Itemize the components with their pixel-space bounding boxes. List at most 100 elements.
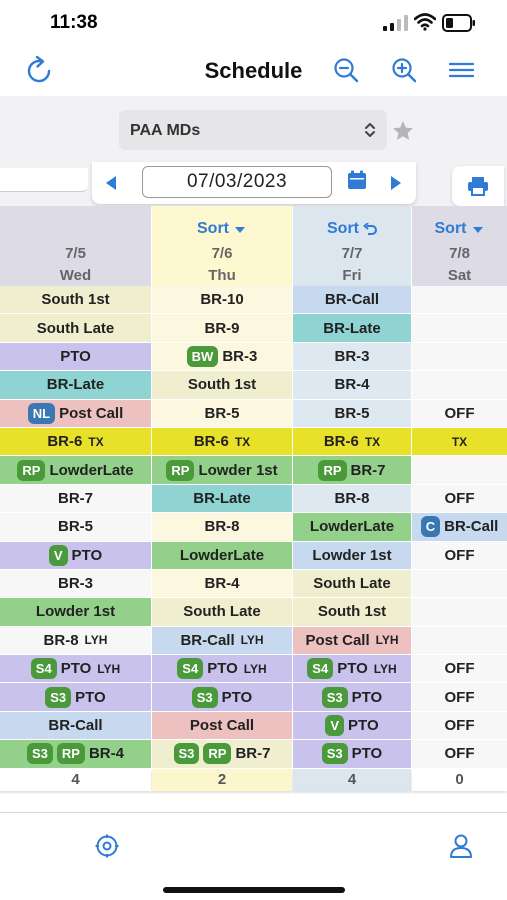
shift-cell[interactable]: BR-5: [152, 399, 292, 428]
page-title: Schedule: [204, 58, 303, 83]
sort-button[interactable]: Sort: [293, 220, 411, 238]
shift-label: BR-Late: [323, 319, 381, 337]
shift-label: BR-3: [334, 347, 370, 365]
shift-cell[interactable]: Lowder 1st: [293, 541, 411, 570]
shift-cell[interactable]: S3 PTO: [293, 683, 411, 712]
shift-cell[interactable]: [412, 598, 507, 627]
shift-cell[interactable]: South 1st: [152, 371, 292, 400]
shift-cell[interactable]: BR-Call LYH: [152, 626, 292, 656]
shift-cell[interactable]: Post Call LYH: [293, 626, 411, 656]
shift-cell[interactable]: BR-5: [293, 399, 411, 428]
shift-cell[interactable]: BR-Call: [293, 286, 411, 315]
shift-cell[interactable]: OFF: [412, 541, 507, 570]
shift-cell[interactable]: BW BR-3: [152, 342, 292, 372]
refresh-icon[interactable]: [22, 54, 56, 88]
shift-label: BR-7: [57, 489, 93, 507]
shift-cell[interactable]: [412, 314, 507, 343]
shift-cell[interactable]: LowderLate: [293, 513, 411, 542]
shift-cell[interactable]: S3 PTO: [293, 740, 411, 769]
shift-cell[interactable]: PTO: [0, 342, 151, 372]
shift-cell[interactable]: BR-8: [293, 484, 411, 514]
shift-cell[interactable]: South Late: [293, 569, 411, 599]
shift-cell[interactable]: [412, 569, 507, 599]
shift-cell[interactable]: BR-3: [293, 342, 411, 372]
shift-cell[interactable]: LowderLate: [152, 541, 292, 570]
shift-cell[interactable]: S4 PTO LYH: [293, 655, 411, 684]
shift-cell[interactable]: S4 PTO LYH: [152, 655, 292, 684]
shift-cell[interactable]: S4 PTO LYH: [0, 655, 151, 684]
left-panel-tab[interactable]: [0, 168, 88, 192]
shift-cell[interactable]: NL Post Call: [0, 399, 151, 428]
shift-cell[interactable]: BR-9: [152, 314, 292, 343]
user-profile-icon[interactable]: [449, 833, 473, 859]
shift-cell[interactable]: South Late: [0, 314, 151, 343]
shift-cell[interactable]: S3 PTO: [152, 683, 292, 712]
shift-cell[interactable]: BR-4: [152, 569, 292, 599]
sort-button[interactable]: Sort: [412, 220, 507, 238]
shift-cell[interactable]: OFF: [412, 399, 507, 428]
zoom-out-icon[interactable]: [333, 57, 359, 83]
shift-cell[interactable]: South 1st: [293, 598, 411, 627]
shift-cell[interactable]: BR-Call: [0, 711, 151, 741]
shift-label: OFF: [444, 745, 475, 763]
shift-cell[interactable]: RP Lowder 1st: [152, 456, 292, 485]
shift-cell[interactable]: OFF: [412, 740, 507, 769]
shift-cell[interactable]: BR-Late: [152, 484, 292, 514]
shift-cell[interactable]: BR-10: [152, 286, 292, 315]
home-indicator: [163, 887, 345, 893]
shift-cell[interactable]: Post Call: [152, 711, 292, 741]
calendar-icon[interactable]: [347, 170, 367, 190]
favorite-star-icon[interactable]: [392, 120, 414, 142]
shift-label: BR-3: [57, 575, 93, 593]
print-button[interactable]: [452, 166, 504, 206]
shift-label: Post Call: [305, 631, 370, 649]
menu-icon[interactable]: [449, 60, 474, 80]
shift-cell[interactable]: BR-3: [0, 569, 151, 599]
next-date-icon[interactable]: [389, 175, 403, 191]
shift-cell[interactable]: BR-6 TX: [152, 427, 292, 457]
shift-cell[interactable]: BR-Late: [293, 314, 411, 343]
shift-cell[interactable]: BR-8: [152, 513, 292, 542]
shift-label: BR-6: [193, 433, 229, 451]
column-header: 7/5 Wed: [0, 206, 151, 286]
shift-cell[interactable]: South 1st: [0, 286, 151, 315]
shift-cell[interactable]: S3 RP BR-7: [152, 740, 292, 769]
zoom-in-icon[interactable]: [391, 57, 417, 83]
shift-cell[interactable]: BR-6 TX: [293, 427, 411, 457]
shift-cell[interactable]: BR-5: [0, 513, 151, 542]
shift-label: BR-7: [235, 745, 271, 763]
shift-cell[interactable]: OFF: [412, 484, 507, 514]
shift-cell[interactable]: TX: [412, 427, 507, 457]
shift-cell[interactable]: OFF: [412, 711, 507, 741]
shift-cell[interactable]: OFF: [412, 655, 507, 684]
column-header: Sort 7/8 Sat: [412, 206, 507, 286]
shift-cell[interactable]: BR-8 LYH: [0, 626, 151, 656]
shift-cell[interactable]: OFF: [412, 683, 507, 712]
shift-cell[interactable]: RP LowderLate: [0, 456, 151, 485]
settings-gear-icon[interactable]: [94, 833, 120, 859]
shift-cell[interactable]: [412, 456, 507, 485]
shift-cell[interactable]: S3 RP BR-4: [0, 740, 151, 769]
shift-cell[interactable]: C BR-Call: [412, 513, 507, 542]
shift-cell[interactable]: [412, 371, 507, 400]
sort-button[interactable]: Sort: [152, 220, 292, 238]
shift-cell[interactable]: RP BR-7: [293, 456, 411, 485]
shift-cell[interactable]: [412, 626, 507, 656]
shift-badge: S3: [321, 686, 348, 708]
shift-cell[interactable]: [412, 342, 507, 372]
previous-date-icon[interactable]: [104, 175, 118, 191]
group-select[interactable]: PAA MDs: [119, 110, 387, 150]
day-column: Sort 7/6 Thu BR-10 BR-9 BW BR-3 South 1st BR-5 BR…: [152, 206, 292, 791]
shift-cell[interactable]: [412, 286, 507, 315]
shift-cell[interactable]: BR-Late: [0, 371, 151, 400]
shift-cell[interactable]: V PTO: [293, 711, 411, 741]
shift-cell[interactable]: South Late: [152, 598, 292, 627]
date-field[interactable]: 07/03/2023: [142, 166, 332, 198]
column-day: Sat: [447, 267, 472, 284]
shift-cell[interactable]: BR-6 TX: [0, 427, 151, 457]
shift-cell[interactable]: Lowder 1st: [0, 598, 151, 627]
shift-cell[interactable]: S3 PTO: [0, 683, 151, 712]
shift-cell[interactable]: V PTO: [0, 541, 151, 570]
shift-cell[interactable]: BR-4: [293, 371, 411, 400]
shift-cell[interactable]: BR-7: [0, 484, 151, 514]
